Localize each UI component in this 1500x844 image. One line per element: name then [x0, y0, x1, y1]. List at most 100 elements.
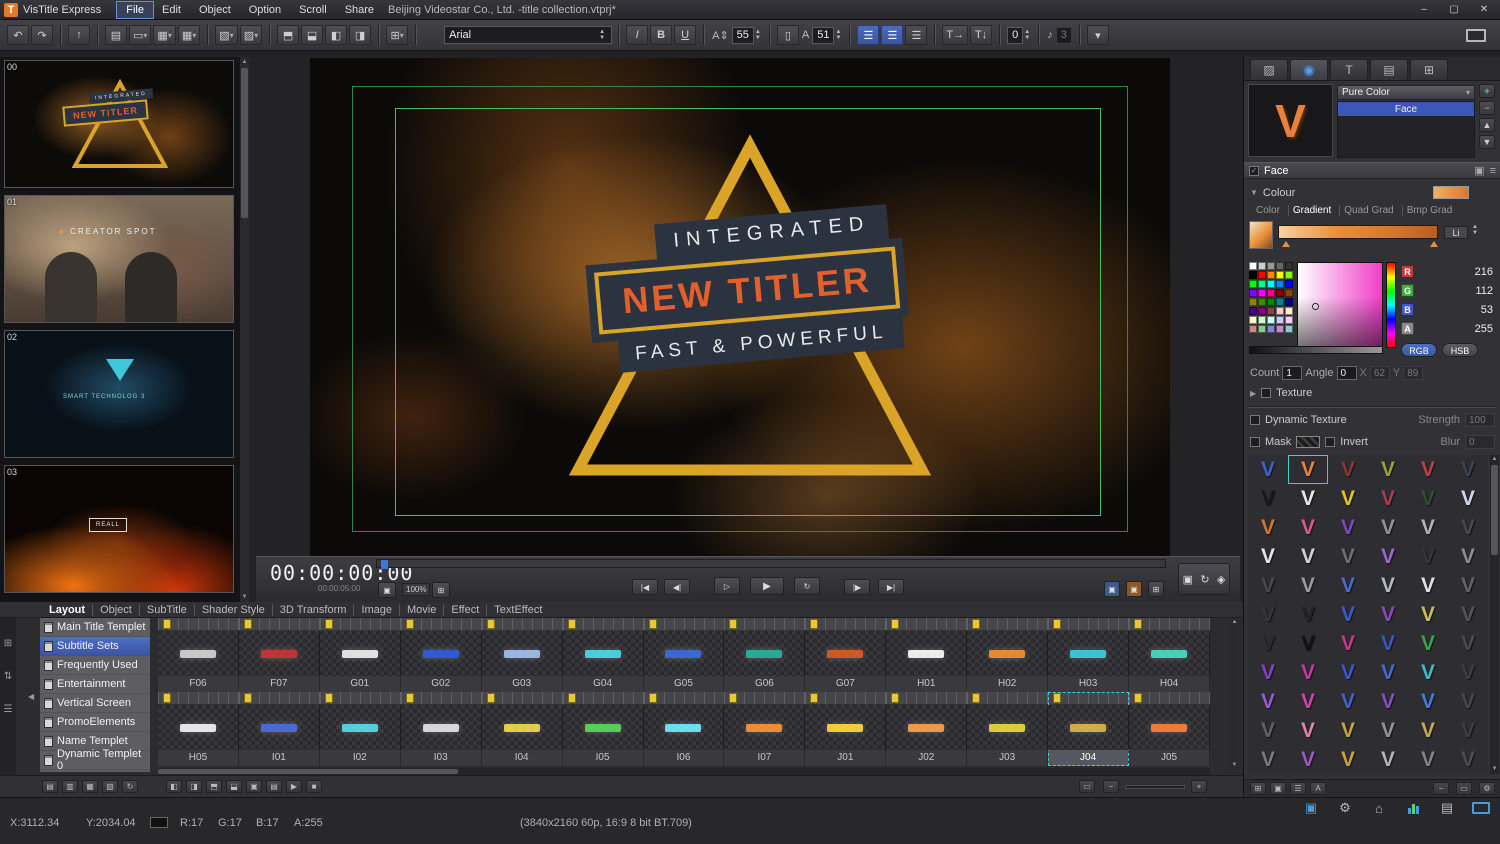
swap-icon[interactable]: ⇅ [4, 671, 12, 682]
style-swatch[interactable]: V [1448, 745, 1488, 774]
small-thumbs-icon[interactable]: ⊞ [1250, 782, 1266, 795]
scroll-down-icon[interactable]: ▼ [240, 592, 249, 602]
import-button[interactable]: ↑ [68, 25, 90, 45]
kerning-spinner[interactable]: ▲ ▼ [1024, 29, 1030, 41]
brightness-slider[interactable] [1249, 346, 1383, 354]
style-swatch[interactable]: V [1288, 513, 1328, 542]
style-swatch[interactable]: V [1408, 600, 1448, 629]
tab-color-icon[interactable]: ◉ [1290, 59, 1328, 80]
preview-thumbnail-1[interactable]: ● CREATOR SPOT 01 [4, 195, 234, 323]
close-button[interactable]: ✕ [1474, 2, 1494, 17]
palette-swatch[interactable] [1258, 298, 1266, 306]
style-swatch[interactable]: V [1368, 716, 1408, 745]
char-size-spinner[interactable]: ▲ ▼ [835, 29, 841, 41]
palette-swatch[interactable] [1267, 325, 1275, 333]
library-tab[interactable]: TextEffect [486, 603, 549, 616]
template-cell[interactable]: H03 [1048, 618, 1130, 692]
table-button[interactable]: ⊞ ▾ [386, 25, 409, 45]
palette-swatch[interactable] [1258, 280, 1266, 288]
template-cell[interactable]: J05 [1129, 692, 1210, 766]
count-field[interactable]: 1 [1282, 366, 1303, 380]
tab-object-icon[interactable]: ▨ [1250, 59, 1288, 80]
play-button[interactable]: ▶ [750, 577, 784, 595]
align-left-button[interactable]: ☰ [857, 25, 880, 45]
template-cell[interactable]: H02 [967, 618, 1049, 692]
remove-layer-button[interactable]: − [1479, 101, 1495, 115]
style-swatch[interactable]: V [1248, 745, 1288, 774]
fit-view-icon[interactable]: ▭ [1079, 780, 1095, 793]
expand-icon[interactable]: ▶ [1250, 389, 1256, 398]
style-swatch[interactable]: V [1368, 571, 1408, 600]
style-swatch[interactable]: V [1328, 658, 1368, 687]
timeline-scrubber[interactable] [376, 559, 1166, 569]
open-button[interactable]: ▭ ▾ [129, 25, 152, 45]
face-enabled-checkbox[interactable]: ✓ [1249, 165, 1259, 176]
style-swatch[interactable]: V [1448, 629, 1488, 658]
play-preview-icon[interactable]: ▶ [286, 780, 302, 793]
shader-type-select[interactable]: Pure Color ▾ [1337, 85, 1475, 100]
scroll-up-icon[interactable]: ▲ [1490, 455, 1499, 464]
scrollbar-thumb[interactable] [1491, 465, 1498, 555]
style-swatch[interactable]: V [1248, 542, 1288, 571]
palette-swatch[interactable] [1285, 316, 1293, 324]
background-toggle-icon[interactable]: ▣ [1126, 581, 1142, 597]
frame-back-button[interactable]: ◀| [664, 579, 690, 595]
scrollbar-thumb[interactable] [158, 769, 458, 774]
tag-icon[interactable]: ▤ [266, 780, 282, 793]
style-swatch[interactable]: V [1328, 745, 1368, 774]
dynamic-texture-checkbox[interactable] [1250, 415, 1260, 425]
gradient-stop-left[interactable] [1282, 241, 1290, 247]
template-cell[interactable]: J03 [967, 692, 1049, 766]
menu-item[interactable]: Scroll [290, 2, 336, 18]
thumbnail-scrollbar[interactable]: ▲ ▼ [240, 57, 249, 602]
style-swatch[interactable]: V [1328, 484, 1368, 513]
texture-checkbox[interactable] [1261, 388, 1272, 398]
save-as-button[interactable]: ▦ ▾ [177, 25, 201, 45]
redo-button[interactable]: ↷ [31, 25, 53, 45]
style-swatch[interactable]: V [1408, 745, 1448, 774]
angle-field[interactable]: 0 [1336, 366, 1357, 380]
display-mode-icon[interactable]: ▣ [1104, 581, 1120, 597]
saturation-picker[interactable] [1297, 262, 1383, 348]
gradient-fill-icon[interactable] [1249, 221, 1273, 249]
style-swatch[interactable]: V [1408, 513, 1448, 542]
palette-swatch[interactable] [1249, 262, 1257, 270]
style-swatch[interactable]: V [1368, 600, 1408, 629]
palette-swatch[interactable] [1276, 271, 1284, 279]
style-swatch[interactable]: V [1368, 513, 1408, 542]
bold-button[interactable]: B [650, 25, 673, 45]
category-item[interactable]: Main Title Templet [40, 618, 150, 637]
zoom-out-styles-icon[interactable]: − [1433, 782, 1449, 795]
grid-view-icon[interactable]: ⊞ [4, 638, 12, 649]
style-swatch[interactable]: V [1328, 571, 1368, 600]
palette-swatch[interactable] [1285, 280, 1293, 288]
style-swatch[interactable]: V [1448, 658, 1488, 687]
list-thumbs-icon[interactable]: ☰ [1290, 782, 1306, 795]
align-top-icon[interactable]: ⬒ [277, 25, 300, 45]
palette-swatch[interactable] [1258, 289, 1266, 297]
template-cell[interactable]: G07 [805, 618, 887, 692]
gradient-mode-tab[interactable]: Quad Grad [1339, 205, 1397, 216]
style-swatch[interactable]: V [1328, 513, 1368, 542]
palette-swatch[interactable] [1267, 298, 1275, 306]
template-cell[interactable]: I07 [724, 692, 806, 766]
category-item[interactable]: Subtitle Sets [40, 637, 150, 656]
palette-swatch[interactable] [1285, 271, 1293, 279]
style-swatch[interactable]: V [1408, 455, 1448, 484]
palette-swatch[interactable] [1267, 271, 1275, 279]
italic-button[interactable]: I [626, 25, 649, 45]
template-cell[interactable]: H04 [1129, 618, 1210, 692]
menu-item[interactable]: Object [190, 2, 240, 18]
palette-swatch[interactable] [1276, 262, 1284, 270]
tab-layout-icon[interactable]: ▤ [1370, 59, 1408, 80]
more-options-dropdown[interactable]: ▾ [1086, 25, 1109, 45]
scroll-down-icon[interactable]: ▼ [1230, 761, 1239, 770]
saturation-marker[interactable] [1312, 303, 1319, 310]
zoom-slider[interactable] [1125, 784, 1185, 789]
palette-swatch[interactable] [1258, 307, 1266, 315]
printer-icon[interactable]: ▤ [1436, 800, 1458, 816]
preview-thumbnail-3[interactable]: REALL 03 [4, 465, 234, 593]
delete-template-icon[interactable]: ▧ [102, 780, 118, 793]
underline-button[interactable]: U [674, 25, 697, 45]
palette-swatch[interactable] [1285, 298, 1293, 306]
